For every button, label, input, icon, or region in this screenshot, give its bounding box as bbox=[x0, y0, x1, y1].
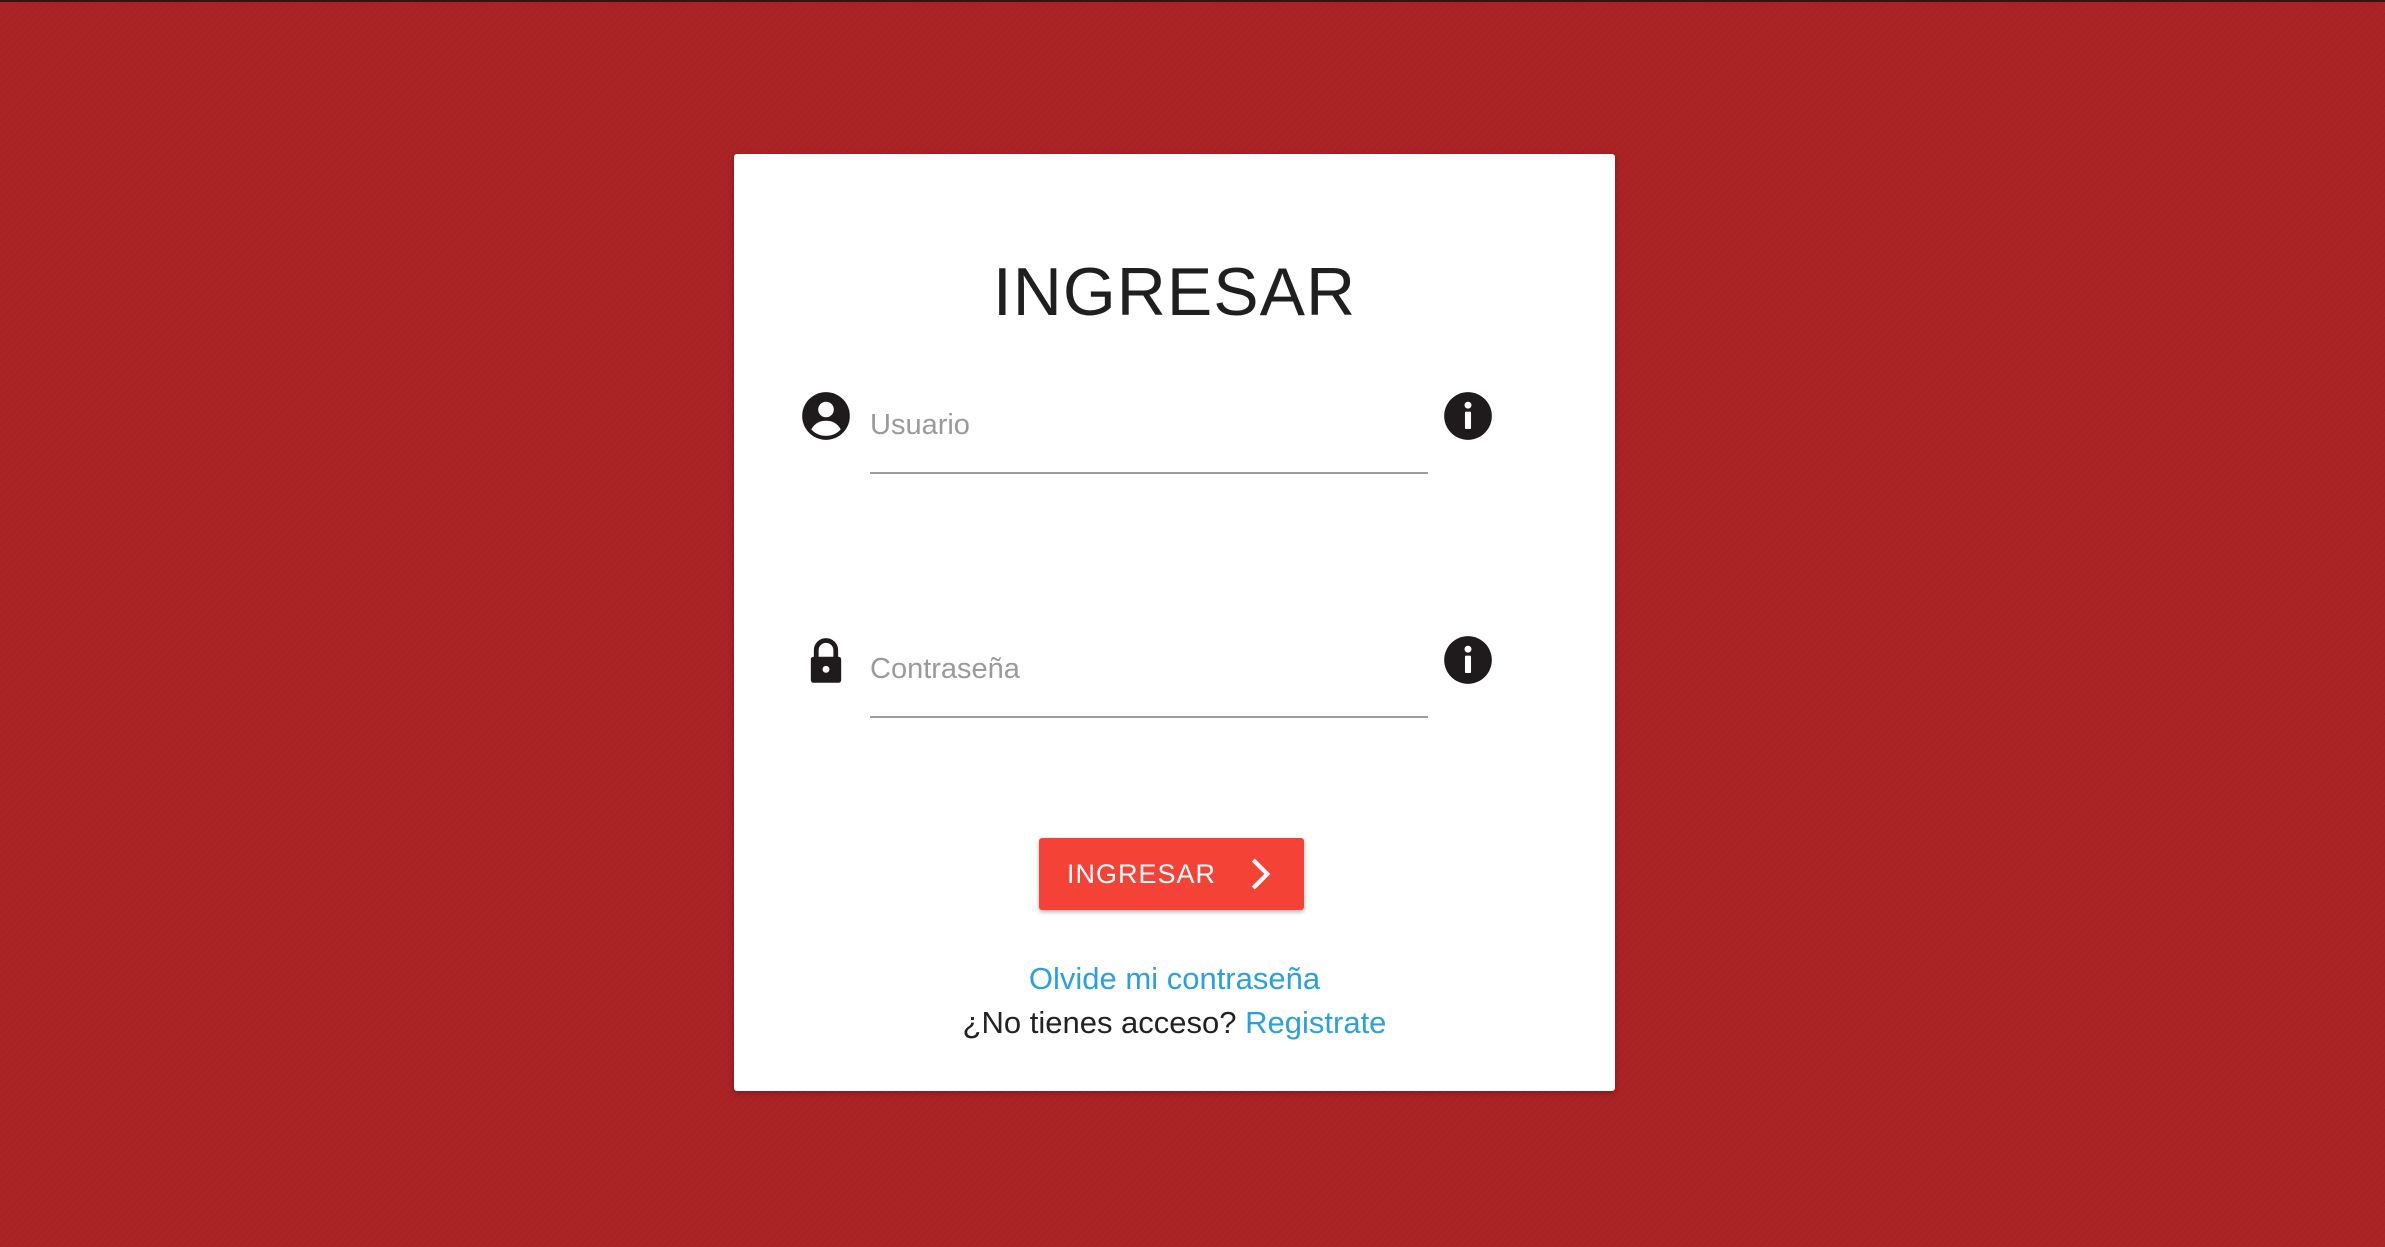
no-access-text: ¿No tienes acceso? bbox=[962, 1005, 1246, 1040]
submit-button-label: INGRESAR bbox=[1066, 858, 1217, 889]
account-circle-icon bbox=[802, 392, 850, 440]
username-input[interactable] bbox=[870, 400, 1428, 450]
lock-icon bbox=[810, 638, 842, 683]
login-card: INGRESAR IN bbox=[734, 154, 1615, 1091]
chevron-right-icon bbox=[1251, 858, 1271, 890]
password-field-wrapper bbox=[870, 634, 1428, 718]
register-link[interactable]: Registrate bbox=[1245, 1005, 1386, 1040]
password-info-icon[interactable] bbox=[1442, 634, 1494, 686]
username-info-icon[interactable] bbox=[1442, 390, 1494, 442]
submit-button[interactable]: INGRESAR bbox=[1039, 838, 1304, 910]
forgot-password-link[interactable]: Olvide mi contraseña bbox=[1029, 961, 1320, 996]
password-row bbox=[800, 634, 1500, 718]
username-row bbox=[800, 390, 1500, 474]
auth-links: Olvide mi contraseña ¿No tienes acceso? … bbox=[734, 957, 1615, 1045]
password-input[interactable] bbox=[870, 644, 1428, 694]
username-field-wrapper bbox=[870, 390, 1428, 474]
page-title: INGRESAR bbox=[992, 254, 1357, 330]
